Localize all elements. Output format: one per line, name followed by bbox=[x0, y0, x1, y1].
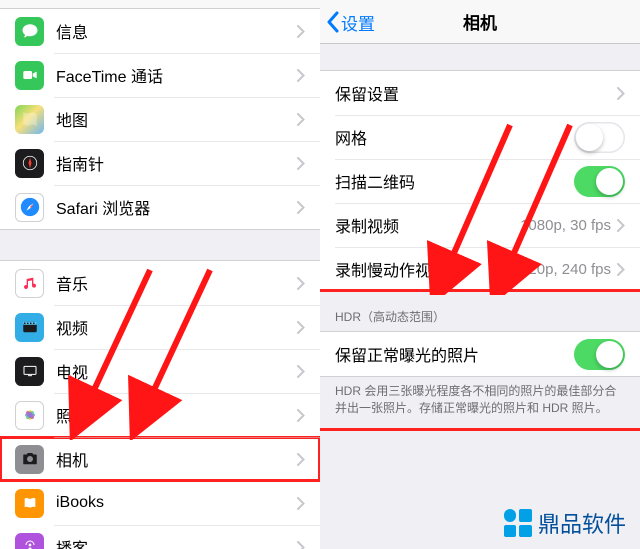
row-tv[interactable]: 电视 bbox=[0, 349, 320, 393]
chevron-right-icon bbox=[297, 453, 305, 466]
row-label: 音乐 bbox=[56, 271, 297, 295]
maps-icon bbox=[15, 105, 44, 134]
header-right: 设置 相机 bbox=[320, 0, 640, 44]
row-safari[interactable]: Safari 浏览器 bbox=[0, 185, 320, 229]
row-label: 录制视频 bbox=[335, 213, 520, 237]
row-facetime[interactable]: FaceTime 通话 bbox=[0, 53, 320, 97]
row-detail: 720p, 240 fps bbox=[520, 261, 611, 278]
row-music[interactable]: 音乐 bbox=[0, 261, 320, 305]
row-label: 网格 bbox=[335, 125, 574, 149]
back-button[interactable]: 设置 bbox=[326, 0, 375, 44]
row-videos[interactable]: 视频 bbox=[0, 305, 320, 349]
compass-icon bbox=[15, 149, 44, 178]
chevron-right-icon bbox=[297, 321, 305, 334]
row-label: 电视 bbox=[56, 359, 297, 383]
group-apps-2: 音乐 视频 电视 bbox=[0, 260, 320, 549]
row-maps[interactable]: 地图 bbox=[0, 97, 320, 141]
row-grid[interactable]: 网格 bbox=[320, 115, 640, 159]
watermark: 鼎品软件 bbox=[504, 507, 626, 539]
chevron-right-icon bbox=[617, 263, 625, 276]
row-compass[interactable]: 指南针 bbox=[0, 141, 320, 185]
row-record-slomo[interactable]: 录制慢动作视频 720p, 240 fps bbox=[320, 247, 640, 291]
row-label: 录制慢动作视频 bbox=[335, 257, 520, 281]
camera-group-hdr: 保留正常曝光的照片 bbox=[320, 331, 640, 377]
chevron-right-icon bbox=[297, 497, 305, 510]
chevron-right-icon bbox=[297, 113, 305, 126]
toggle-keep-normal[interactable] bbox=[574, 339, 625, 370]
row-label: 扫描二维码 bbox=[335, 169, 574, 193]
chevron-right-icon bbox=[297, 25, 305, 38]
section-header-hdr: HDR（高动态范围） bbox=[320, 292, 640, 331]
row-photos[interactable]: 照片 bbox=[0, 393, 320, 437]
facetime-icon bbox=[15, 61, 44, 90]
row-detail: 1080p, 30 fps bbox=[520, 217, 611, 234]
chevron-right-icon bbox=[297, 277, 305, 290]
chevron-right-icon bbox=[297, 201, 305, 214]
safari-icon bbox=[15, 193, 44, 222]
row-label: 视频 bbox=[56, 315, 297, 339]
watermark-text: 鼎品软件 bbox=[538, 507, 626, 539]
row-label: FaceTime 通话 bbox=[56, 63, 297, 87]
toggle-grid[interactable] bbox=[574, 122, 625, 153]
row-record-video[interactable]: 录制视频 1080p, 30 fps bbox=[320, 203, 640, 247]
chevron-right-icon bbox=[297, 409, 305, 422]
row-label: Safari 浏览器 bbox=[56, 195, 297, 219]
row-messages[interactable]: 信息 bbox=[0, 9, 320, 53]
chevron-right-icon bbox=[617, 87, 625, 100]
ibooks-icon bbox=[15, 489, 44, 518]
header-title: 相机 bbox=[463, 9, 497, 34]
row-label: 地图 bbox=[56, 107, 297, 131]
camera-icon bbox=[15, 445, 44, 474]
row-label: 保留正常曝光的照片 bbox=[335, 342, 574, 366]
back-label: 设置 bbox=[341, 10, 375, 35]
row-label: 信息 bbox=[56, 19, 297, 43]
group-apps-1: 信息 FaceTime 通话 地图 bbox=[0, 8, 320, 230]
section-footer-hdr: HDR 会用三张曝光程度各不相同的照片的最佳部分合并出一张照片。存储正常曝光的照… bbox=[320, 377, 640, 428]
row-keep-normal-photo[interactable]: 保留正常曝光的照片 bbox=[320, 332, 640, 376]
photos-icon bbox=[15, 401, 44, 430]
settings-root-pane: 设置 信息 FaceTime 通话 bbox=[0, 0, 320, 549]
row-preserve-settings[interactable]: 保留设置 bbox=[320, 71, 640, 115]
chevron-right-icon bbox=[297, 157, 305, 170]
camera-group-1: 保留设置 网格 扫描二维码 录制视频 1080p, 30 fps 录制慢动作视频… bbox=[320, 70, 640, 292]
messages-icon bbox=[15, 17, 44, 46]
camera-settings-pane: 设置 相机 保留设置 网格 扫描二维码 录制视频 1080p, 30 fps bbox=[320, 0, 640, 549]
watermark-logo-icon bbox=[504, 509, 532, 537]
row-label: 指南针 bbox=[56, 151, 297, 175]
row-label: 保留设置 bbox=[335, 81, 617, 105]
toggle-scan-qr[interactable] bbox=[574, 166, 625, 197]
chevron-right-icon bbox=[617, 219, 625, 232]
tv-icon bbox=[15, 357, 44, 386]
row-scan-qr[interactable]: 扫描二维码 bbox=[320, 159, 640, 203]
podcasts-icon bbox=[15, 533, 44, 549]
row-podcasts[interactable]: 播客 bbox=[0, 525, 320, 549]
row-camera[interactable]: 相机 bbox=[0, 437, 320, 481]
chevron-right-icon bbox=[297, 365, 305, 378]
row-label: 相机 bbox=[56, 447, 297, 471]
row-ibooks[interactable]: iBooks bbox=[0, 481, 320, 525]
row-label: 播客 bbox=[56, 535, 297, 549]
hdr-highlight-box: HDR（高动态范围） 保留正常曝光的照片 HDR 会用三张曝光程度各不相同的照片… bbox=[320, 292, 640, 428]
chevron-right-icon bbox=[297, 69, 305, 82]
row-label: 照片 bbox=[56, 403, 297, 427]
music-icon bbox=[15, 269, 44, 298]
chevron-right-icon bbox=[297, 541, 305, 549]
row-label: iBooks bbox=[56, 494, 297, 512]
videos-icon bbox=[15, 313, 44, 342]
